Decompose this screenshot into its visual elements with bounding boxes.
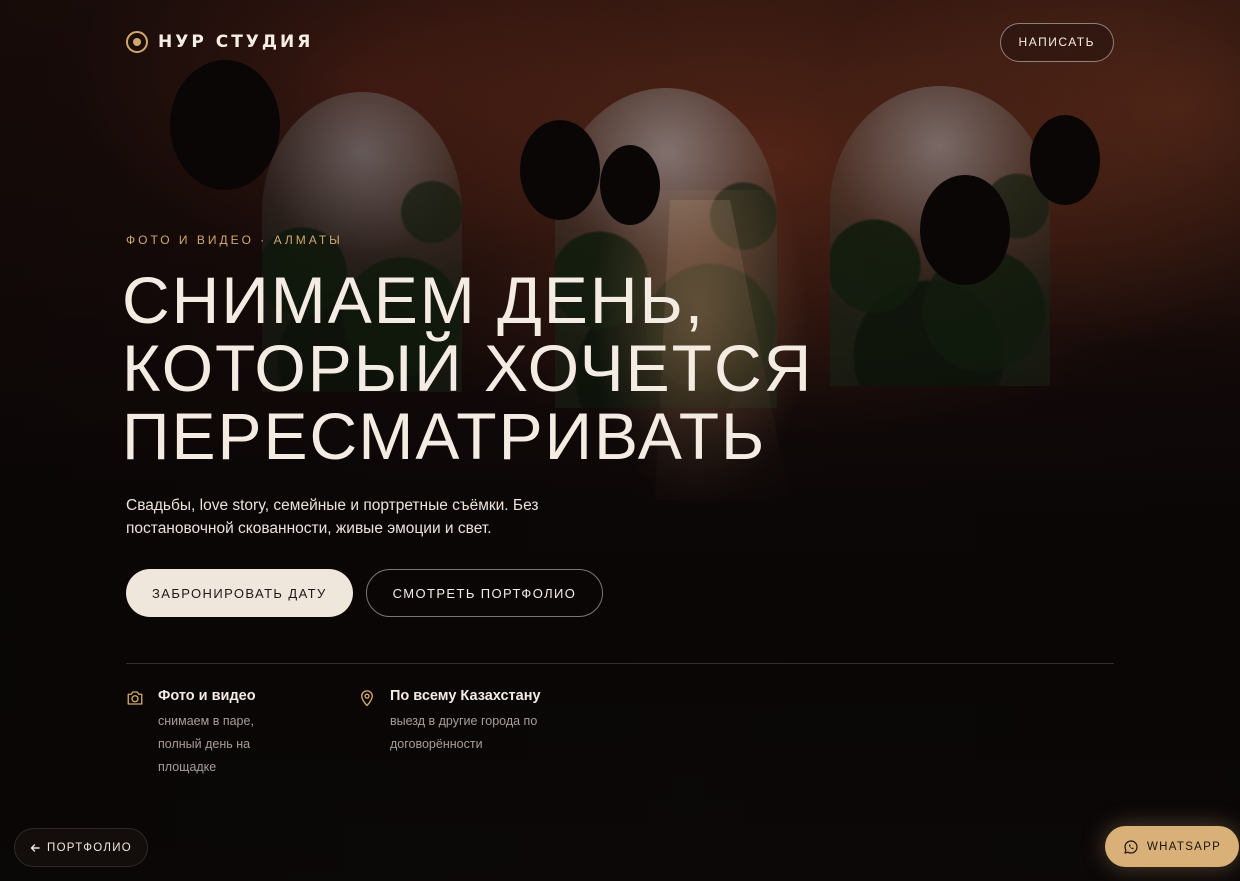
features-list: Фото и видео снимаем в паре, полный день… [126,688,558,779]
hero-eyebrow: ФОТО И ВИДЕО · АЛМАТЫ [126,233,343,247]
write-button[interactable]: НАПИСАТЬ [999,22,1114,62]
brand-logo[interactable]: НУР СТУДИЯ [126,31,313,53]
whatsapp-label: WHATSAPP [1147,840,1222,853]
view-portfolio-button[interactable]: СМОТРЕТЬ ПОРТФОЛИО [365,569,604,617]
brand-name: НУР СТУДИЯ [158,32,314,52]
headline-line: СНИМАЕМ ДЕНЬ, [122,263,706,337]
camera-icon [127,691,143,705]
feature-text: снимаем в паре, полный день на площадке [158,714,254,774]
feature-item: Фото и видео снимаем в паре, полный день… [126,688,296,779]
hero-headline: СНИМАЕМ ДЕНЬ, КОТОРЫЙ ХОЧЕТСЯ ПЕРЕСМАТРИ… [122,266,822,470]
feature-text: выезд в другие города по договорённости [390,714,538,751]
whatsapp-icon [1124,839,1138,854]
feature-title: По всему Казахстану [390,688,541,704]
back-label: ПОРТФОЛИО [47,841,133,854]
divider [126,663,1114,664]
hero-lead: Свадьбы, love story, семейные и портретн… [126,497,539,537]
map-pin-icon [361,690,373,707]
whatsapp-button[interactable]: WHATSAPP [1105,826,1240,867]
arrow-left-icon [30,843,40,852]
feature-title: Фото и видео [158,688,256,704]
site-header: НУР СТУДИЯ НАПИСАТЬ [126,22,1114,62]
brand-mark-icon [126,31,148,53]
feature-item: По всему Казахстану выезд в другие город… [358,688,558,779]
headline-line: ПЕРЕСМАТРИВАТЬ [122,399,767,473]
headline-line: КОТОРЫЙ ХОЧЕТСЯ [122,331,814,405]
book-date-button[interactable]: ЗАБРОНИРОВАТЬ ДАТУ [126,569,353,617]
back-to-portfolio-button[interactable]: ПОРТФОЛИО [14,828,149,867]
hero-cta-group: ЗАБРОНИРОВАТЬ ДАТУ СМОТРЕТЬ ПОРТФОЛИО [126,569,604,617]
